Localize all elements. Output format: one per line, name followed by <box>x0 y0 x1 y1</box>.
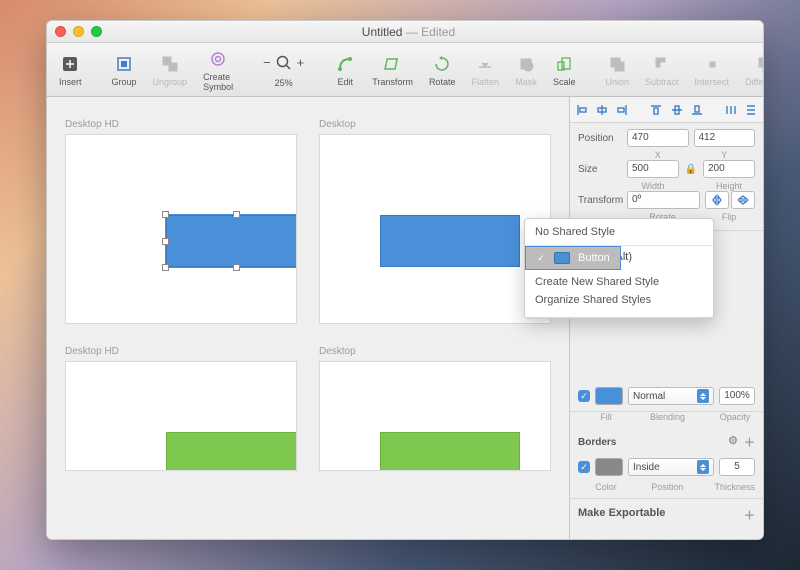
group-icon <box>113 53 135 75</box>
intersect-button[interactable]: Intersect <box>691 53 734 87</box>
window-title: Untitled — Edited <box>102 25 715 39</box>
subtract-icon <box>651 53 673 75</box>
align-vcenter-icon[interactable] <box>670 103 684 117</box>
artboard[interactable] <box>319 134 551 324</box>
add-export-icon[interactable]: ＋ <box>744 507 755 523</box>
geometry-section: Position 470 412 XY Size 500 🔒 200 Width… <box>570 123 763 231</box>
align-hcenter-icon[interactable] <box>595 103 609 117</box>
artboard-label[interactable]: Desktop HD <box>65 346 297 357</box>
create-symbol-button[interactable]: Create Symbol <box>199 48 237 92</box>
close-icon[interactable] <box>55 26 66 37</box>
fill-swatch[interactable] <box>595 387 623 405</box>
swatch-icon <box>554 252 570 264</box>
fill-enable-checkbox[interactable]: ✓ <box>578 390 590 402</box>
plus-icon <box>59 53 81 75</box>
size-label: Size <box>578 164 622 175</box>
group-button[interactable]: Group <box>108 53 141 87</box>
align-top-icon[interactable] <box>649 103 663 117</box>
no-shared-style-item[interactable]: No Shared Style <box>525 219 713 246</box>
transform-label: Transform <box>578 195 622 206</box>
flatten-button[interactable]: Flatten <box>467 53 503 87</box>
border-enable-checkbox[interactable]: ✓ <box>578 461 590 473</box>
artboard-label[interactable]: Desktop <box>319 119 551 130</box>
organize-shared-styles-link[interactable]: Organize Shared Styles <box>535 291 703 309</box>
subtract-button[interactable]: Subtract <box>641 53 683 87</box>
zoom-in-icon[interactable]: + <box>297 55 305 70</box>
symbol-icon <box>207 48 229 70</box>
rotate-input[interactable]: 0º <box>627 191 700 209</box>
check-icon: ✓ <box>536 253 546 264</box>
difference-button[interactable]: Difference <box>741 53 764 87</box>
magnifier-icon <box>273 52 295 74</box>
doc-status: Edited <box>421 25 455 39</box>
border-position-select[interactable]: Inside <box>628 458 714 476</box>
edit-icon <box>334 53 356 75</box>
scale-button[interactable]: Scale <box>549 53 580 87</box>
insert-button[interactable]: Insert <box>55 53 86 87</box>
shape-rect[interactable] <box>380 432 520 471</box>
border-swatch[interactable] <box>595 458 623 476</box>
distribute-h-icon[interactable] <box>724 103 738 117</box>
make-exportable[interactable]: Make Exportable ＋ <box>570 498 763 531</box>
position-label: Position <box>578 133 622 144</box>
artboard[interactable] <box>65 134 297 324</box>
transform-icon <box>382 53 404 75</box>
opacity-input[interactable]: 100% <box>719 387 755 405</box>
create-shared-style-link[interactable]: Create New Shared Style <box>535 273 703 291</box>
gear-icon[interactable]: ⚙ <box>728 434 738 450</box>
style-item-button[interactable]: ✓ Button <box>525 246 621 270</box>
zoom-out-icon[interactable]: − <box>263 55 271 70</box>
intersect-icon <box>701 53 723 75</box>
rotate-button[interactable]: Rotate <box>425 53 460 87</box>
toolbar: Insert Group Ungroup Create Symbol − + 2… <box>47 43 763 97</box>
blending-select[interactable]: Normal <box>628 387 714 405</box>
ungroup-icon <box>159 53 181 75</box>
shared-style-popup: No Shared Style ✓ Button Button (Alt) Cr… <box>524 218 714 319</box>
ungroup-button[interactable]: Ungroup <box>149 53 192 87</box>
union-icon <box>606 53 628 75</box>
canvas-area[interactable]: Desktop HD Desktop <box>47 97 569 539</box>
artboard-label[interactable]: Desktop HD <box>65 119 297 130</box>
difference-icon <box>754 53 764 75</box>
flip-h-button[interactable] <box>705 191 729 209</box>
flatten-icon <box>474 53 496 75</box>
artboard[interactable] <box>319 361 551 471</box>
x-input[interactable]: 470 <box>627 129 689 147</box>
mask-button[interactable]: Mask <box>511 53 541 87</box>
align-right-icon[interactable] <box>615 103 629 117</box>
zoom-value: 25% <box>275 78 293 88</box>
align-bottom-icon[interactable] <box>690 103 704 117</box>
traffic-lights <box>55 26 102 37</box>
zoom-control[interactable]: − + 25% <box>259 52 308 88</box>
mask-icon <box>515 53 537 75</box>
union-button[interactable]: Union <box>602 53 634 87</box>
distribute-v-icon[interactable] <box>744 103 758 117</box>
doc-name: Untitled <box>362 25 403 39</box>
flip-v-button[interactable] <box>731 191 755 209</box>
scale-icon <box>553 53 575 75</box>
zoom-icon[interactable] <box>91 26 102 37</box>
minimize-icon[interactable] <box>73 26 84 37</box>
titlebar: Untitled — Edited <box>47 21 763 43</box>
width-input[interactable]: 500 <box>627 160 679 178</box>
edit-button[interactable]: Edit <box>330 53 360 87</box>
transform-button[interactable]: Transform <box>368 53 417 87</box>
borders-header: Borders ⚙＋ <box>570 428 763 452</box>
shape-rect[interactable] <box>380 215 520 267</box>
alignment-row <box>570 97 763 123</box>
artboard[interactable] <box>65 361 297 471</box>
fill-row: ✓ Normal 100% <box>570 381 763 412</box>
y-input[interactable]: 412 <box>694 129 756 147</box>
rotate-icon <box>431 53 453 75</box>
lock-icon[interactable]: 🔒 <box>684 160 698 178</box>
align-left-icon[interactable] <box>575 103 589 117</box>
border-row: ✓ Inside 5 <box>570 452 763 482</box>
artboard-label[interactable]: Desktop <box>319 346 551 357</box>
shape-rect[interactable] <box>166 432 297 471</box>
selection-box <box>165 214 297 268</box>
thickness-input[interactable]: 5 <box>719 458 755 476</box>
add-border-icon[interactable]: ＋ <box>744 434 755 450</box>
height-input[interactable]: 200 <box>703 160 755 178</box>
